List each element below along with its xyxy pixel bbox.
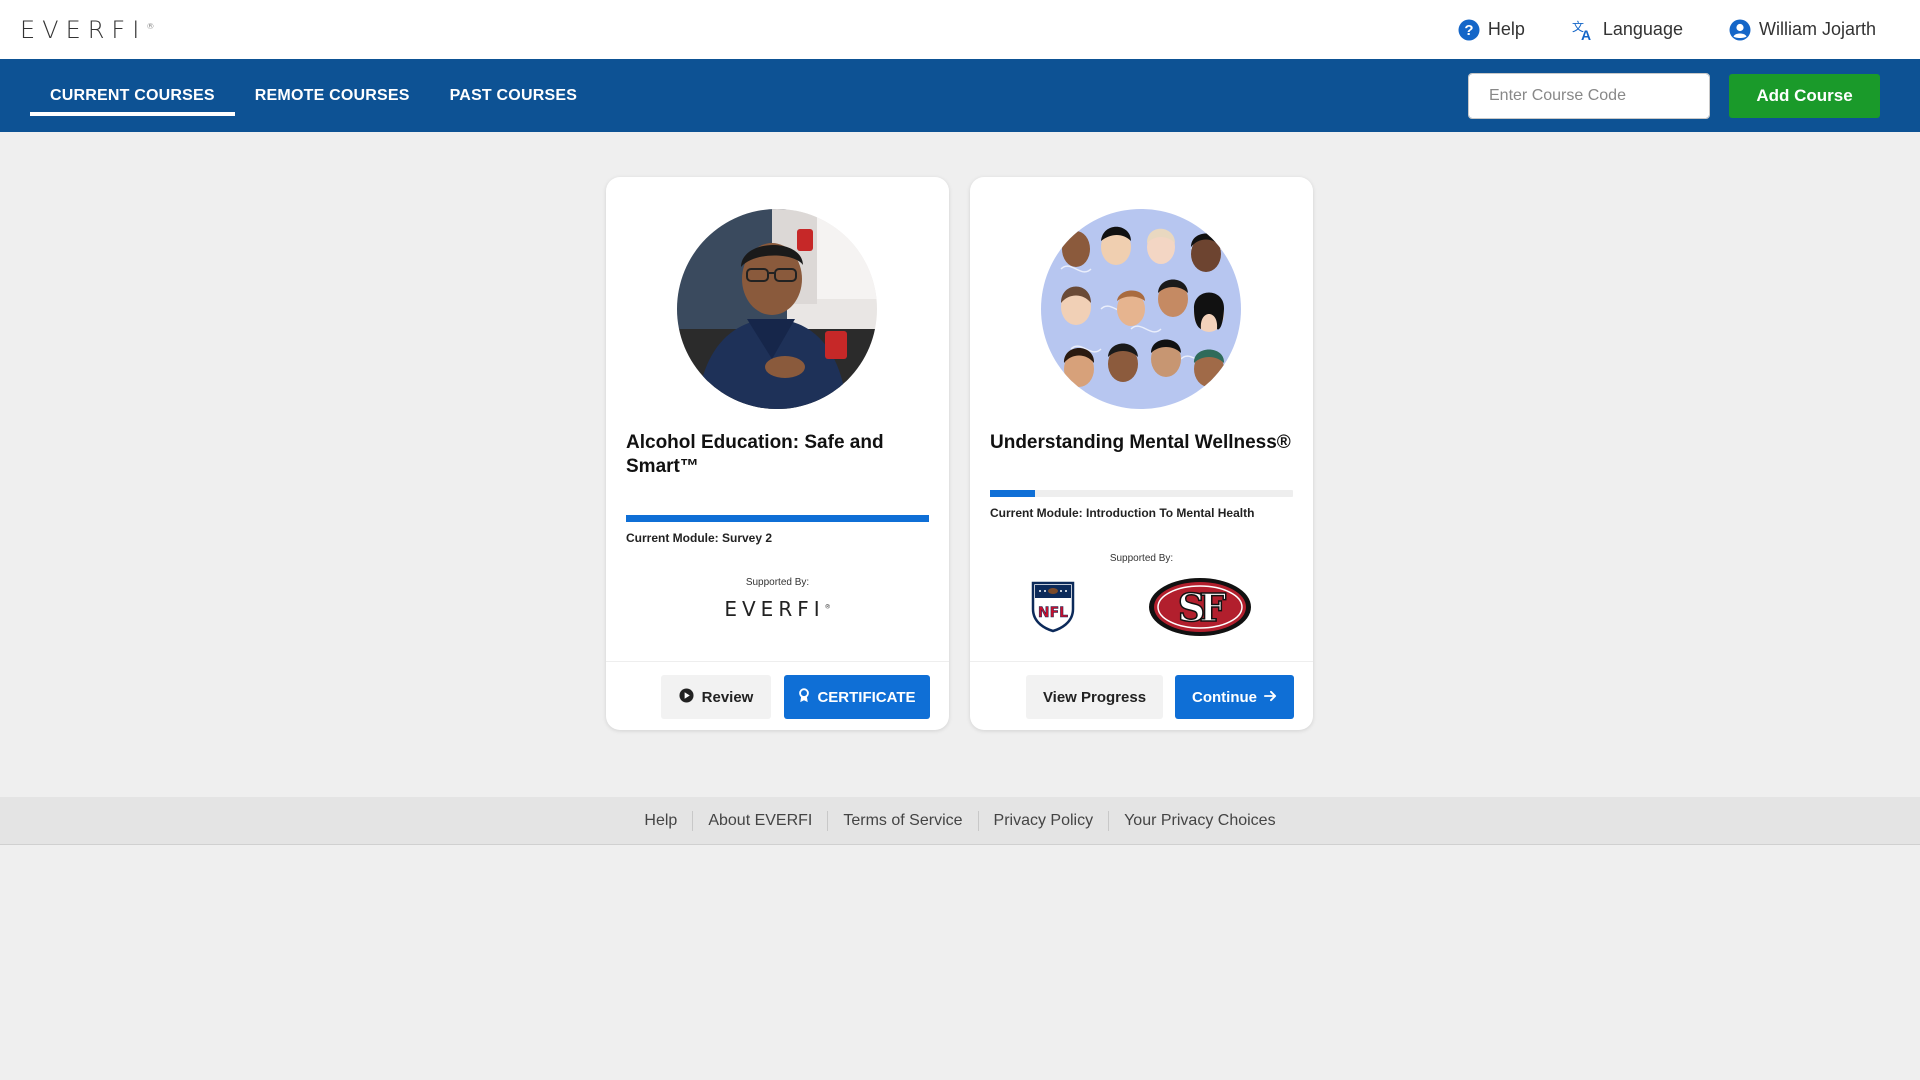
course-card: Understanding Mental Wellness® Current M… bbox=[970, 177, 1313, 730]
courses-area: Alcohol Education: Safe and Smart™ Curre… bbox=[0, 132, 1920, 797]
card-divider bbox=[606, 661, 949, 662]
continue-label: Continue bbox=[1192, 688, 1257, 706]
footer-link-privacy-choices[interactable]: Your Privacy Choices bbox=[1108, 810, 1290, 831]
award-ribbon-icon bbox=[798, 687, 810, 707]
arrow-right-icon bbox=[1264, 689, 1277, 706]
help-icon: ? bbox=[1458, 19, 1480, 41]
course-card: Alcohol Education: Safe and Smart™ Curre… bbox=[606, 177, 949, 730]
tab-current-courses[interactable]: CURRENT COURSES bbox=[30, 59, 235, 132]
continue-button[interactable]: Continue bbox=[1175, 675, 1294, 719]
sponsor-logo-nfl: NFL bbox=[1030, 579, 1076, 638]
course-progress-fill bbox=[990, 490, 1036, 497]
tab-past-courses[interactable]: PAST COURSES bbox=[430, 59, 597, 132]
footer-link-help[interactable]: Help bbox=[629, 811, 692, 831]
supported-by-label: Supported By: bbox=[745, 577, 810, 588]
certificate-label: CERTIFICATE bbox=[817, 688, 916, 706]
sponsor-logo-sf: SF bbox=[1148, 577, 1252, 642]
footer: Help About EVERFI Terms of Service Priva… bbox=[0, 797, 1920, 845]
course-nav-bar: CURRENT COURSES REMOTE COURSES PAST COUR… bbox=[0, 59, 1920, 132]
add-course-form: Add Course bbox=[1468, 72, 1880, 119]
user-account-icon bbox=[1729, 19, 1751, 41]
translate-icon: 文A bbox=[1571, 19, 1595, 41]
sponsor-logo-everfi: EVERFI® bbox=[606, 597, 949, 621]
svg-text:SF: SF bbox=[1178, 585, 1226, 630]
user-menu[interactable]: William Jojarth bbox=[1729, 19, 1876, 41]
logo-registered-mark: ® bbox=[146, 21, 155, 31]
course-title[interactable]: Understanding Mental Wellness® bbox=[990, 431, 1293, 455]
sponsor-registered-mark: ® bbox=[824, 603, 831, 611]
language-link[interactable]: 文A Language bbox=[1571, 19, 1683, 41]
play-circle-icon bbox=[679, 687, 694, 707]
header-actions: ? Help 文A Language William Jojarth bbox=[1458, 19, 1876, 41]
help-label: Help bbox=[1487, 19, 1525, 39]
top-header: EVERFI® ? Help 文A Language William Jojar… bbox=[0, 0, 1920, 59]
course-progress-fill bbox=[626, 515, 929, 522]
tab-remote-courses[interactable]: REMOTE COURSES bbox=[235, 59, 430, 132]
footer-link-about[interactable]: About EVERFI bbox=[692, 810, 827, 831]
svg-text:?: ? bbox=[1464, 22, 1473, 39]
help-link[interactable]: ? Help bbox=[1458, 19, 1525, 41]
view-progress-label: View Progress bbox=[1042, 688, 1147, 706]
logo-text: EVERFI bbox=[20, 15, 147, 44]
certificate-button[interactable]: CERTIFICATE bbox=[784, 675, 930, 719]
course-progress-bar bbox=[626, 515, 929, 522]
course-image-mental-wellness bbox=[1041, 209, 1241, 409]
sponsor-name: EVERFI bbox=[724, 597, 825, 621]
course-tabs: CURRENT COURSES REMOTE COURSES PAST COUR… bbox=[30, 59, 597, 132]
everfi-logo[interactable]: EVERFI® bbox=[20, 16, 154, 44]
course-code-input[interactable] bbox=[1468, 72, 1710, 119]
course-progress-bar bbox=[990, 490, 1293, 497]
footer-link-privacy-policy[interactable]: Privacy Policy bbox=[977, 810, 1109, 831]
current-module: Current Module: Introduction To Mental H… bbox=[990, 506, 1255, 520]
course-image-alcohol-education bbox=[677, 209, 877, 409]
add-course-button[interactable]: Add Course bbox=[1729, 73, 1880, 118]
view-progress-button[interactable]: View Progress bbox=[1026, 675, 1163, 719]
footer-link-terms[interactable]: Terms of Service bbox=[827, 810, 977, 831]
review-button[interactable]: Review bbox=[661, 675, 771, 719]
course-title[interactable]: Alcohol Education: Safe and Smart™ bbox=[626, 431, 929, 479]
supported-by-label: Supported By: bbox=[1109, 553, 1174, 564]
review-label: Review bbox=[701, 688, 754, 706]
current-module: Current Module: Survey 2 bbox=[626, 531, 773, 545]
user-name: William Jojarth bbox=[1758, 19, 1876, 39]
svg-text:NFL: NFL bbox=[1038, 605, 1068, 621]
card-divider bbox=[970, 661, 1313, 662]
svg-text:A: A bbox=[1581, 27, 1591, 41]
language-label: Language bbox=[1602, 19, 1683, 39]
